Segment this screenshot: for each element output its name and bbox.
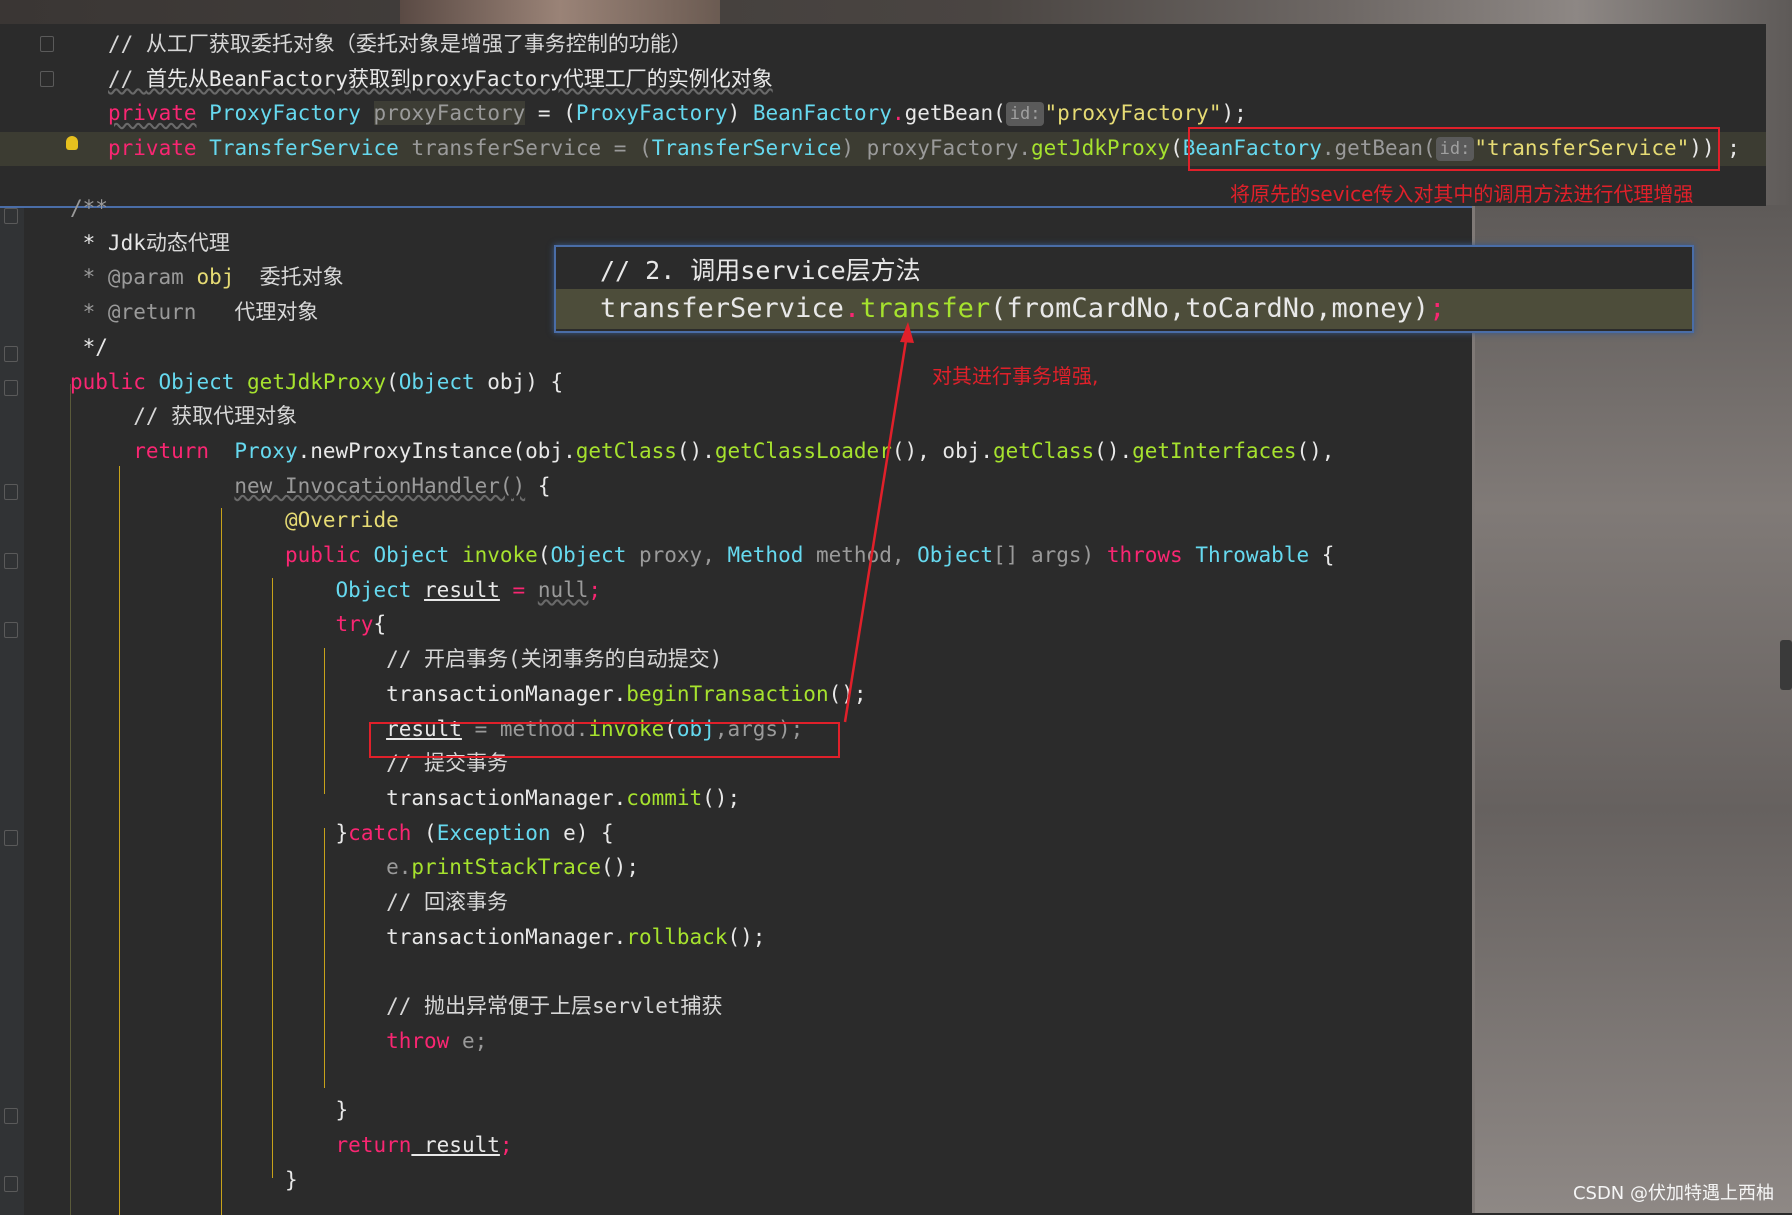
background-photo: [400, 0, 720, 26]
code-line[interactable]: }: [70, 1093, 349, 1127]
param-hint: id:: [1005, 102, 1045, 127]
code-comment: // 获取代理对象: [133, 404, 298, 429]
fold-icon[interactable]: [4, 346, 18, 362]
code-callout-popup: // 2. 调用service层方法 transferService.trans…: [554, 245, 1694, 333]
code-comment: * Jdk动态代理: [70, 230, 230, 255]
fold-icon[interactable]: [4, 208, 18, 224]
code-line[interactable]: new InvocationHandler() {: [70, 469, 550, 503]
code-comment: // 从工厂获取委托对象（委托对象是增强了事务控制的功能）: [108, 32, 692, 56]
code-comment: // 首先从BeanFactory获取到proxyFactory代理工厂的实例化…: [108, 66, 773, 91]
annotation-transaction-enhance: 对其进行事务增强,: [932, 364, 1099, 388]
code-line[interactable]: public Object invoke(Object proxy, Metho…: [70, 538, 1334, 572]
code-line[interactable]: private ProxyFactory proxyFactory = (Pro…: [108, 96, 1247, 130]
code-annotation: @Override: [284, 508, 399, 533]
highlight-box-invoke: [369, 722, 840, 758]
code-line[interactable]: transactionManager.rollback();: [70, 920, 765, 954]
background-right-area: [1475, 205, 1792, 1213]
fold-icon[interactable]: [4, 1108, 18, 1124]
code-comment: * @return 代理对象: [70, 300, 319, 325]
annotation-proxy-enhance: 将原先的sevice传入对其中的调用方法进行代理增强: [1230, 182, 1694, 206]
code-line[interactable]: throw e;: [70, 1024, 487, 1058]
callout-comment: // 2. 调用service层方法: [600, 256, 921, 285]
code-comment: // 抛出异常便于上层servlet捕获: [386, 994, 723, 1019]
callout-code-line: transferService.transfer(fromCardNo,toCa…: [556, 289, 1692, 329]
top-gutter: [0, 24, 66, 206]
top-code-panel: // 从工厂获取委托对象（委托对象是增强了事务控制的功能） // 首先从Bean…: [0, 24, 1766, 206]
watermark: CSDN @伏加特遇上西柚: [1572, 1183, 1774, 1204]
fold-icon[interactable]: [4, 380, 18, 396]
bulb-icon[interactable]: [66, 136, 78, 150]
code-line[interactable]: return result;: [70, 1128, 513, 1162]
code-line[interactable]: transactionManager.beginTransaction();: [70, 677, 866, 711]
fold-icon[interactable]: [40, 71, 54, 87]
code-line[interactable]: transactionManager.commit();: [70, 781, 740, 815]
code-line[interactable]: }: [70, 1163, 298, 1197]
fold-icon[interactable]: [4, 484, 18, 500]
fold-icon[interactable]: [4, 553, 18, 569]
main-code-panel: /** * Jdk动态代理 * @param obj 委托对象 * @retur…: [0, 196, 1472, 1215]
fold-icon[interactable]: [4, 622, 18, 638]
code-comment: // 回滚事务: [386, 890, 509, 914]
code-comment: /**: [70, 196, 108, 220]
fold-icon[interactable]: [4, 1176, 18, 1192]
fold-icon[interactable]: [4, 830, 18, 846]
code-line[interactable]: try{: [70, 607, 387, 641]
highlight-box-getbean: [1188, 127, 1720, 171]
code-comment: * @param obj 委托对象: [70, 265, 344, 290]
code-comment: */: [70, 334, 108, 359]
scrollbar-thumb[interactable]: [1780, 640, 1792, 690]
fold-icon[interactable]: [40, 36, 54, 52]
code-line[interactable]: }catch (Exception e) {: [70, 816, 614, 850]
main-code: /** * Jdk动态代理 * @param obj 委托对象 * @retur…: [70, 191, 1334, 1197]
code-line[interactable]: return Proxy.newProxyInstance(obj.getCla…: [70, 434, 1334, 468]
code-line[interactable]: public Object getJdkProxy(Object obj) {: [70, 365, 563, 399]
code-line[interactable]: e.printStackTrace();: [70, 850, 639, 884]
code-line[interactable]: Object result = null;: [70, 573, 602, 607]
code-comment: // 开启事务(关闭事务的自动提交): [386, 647, 723, 672]
